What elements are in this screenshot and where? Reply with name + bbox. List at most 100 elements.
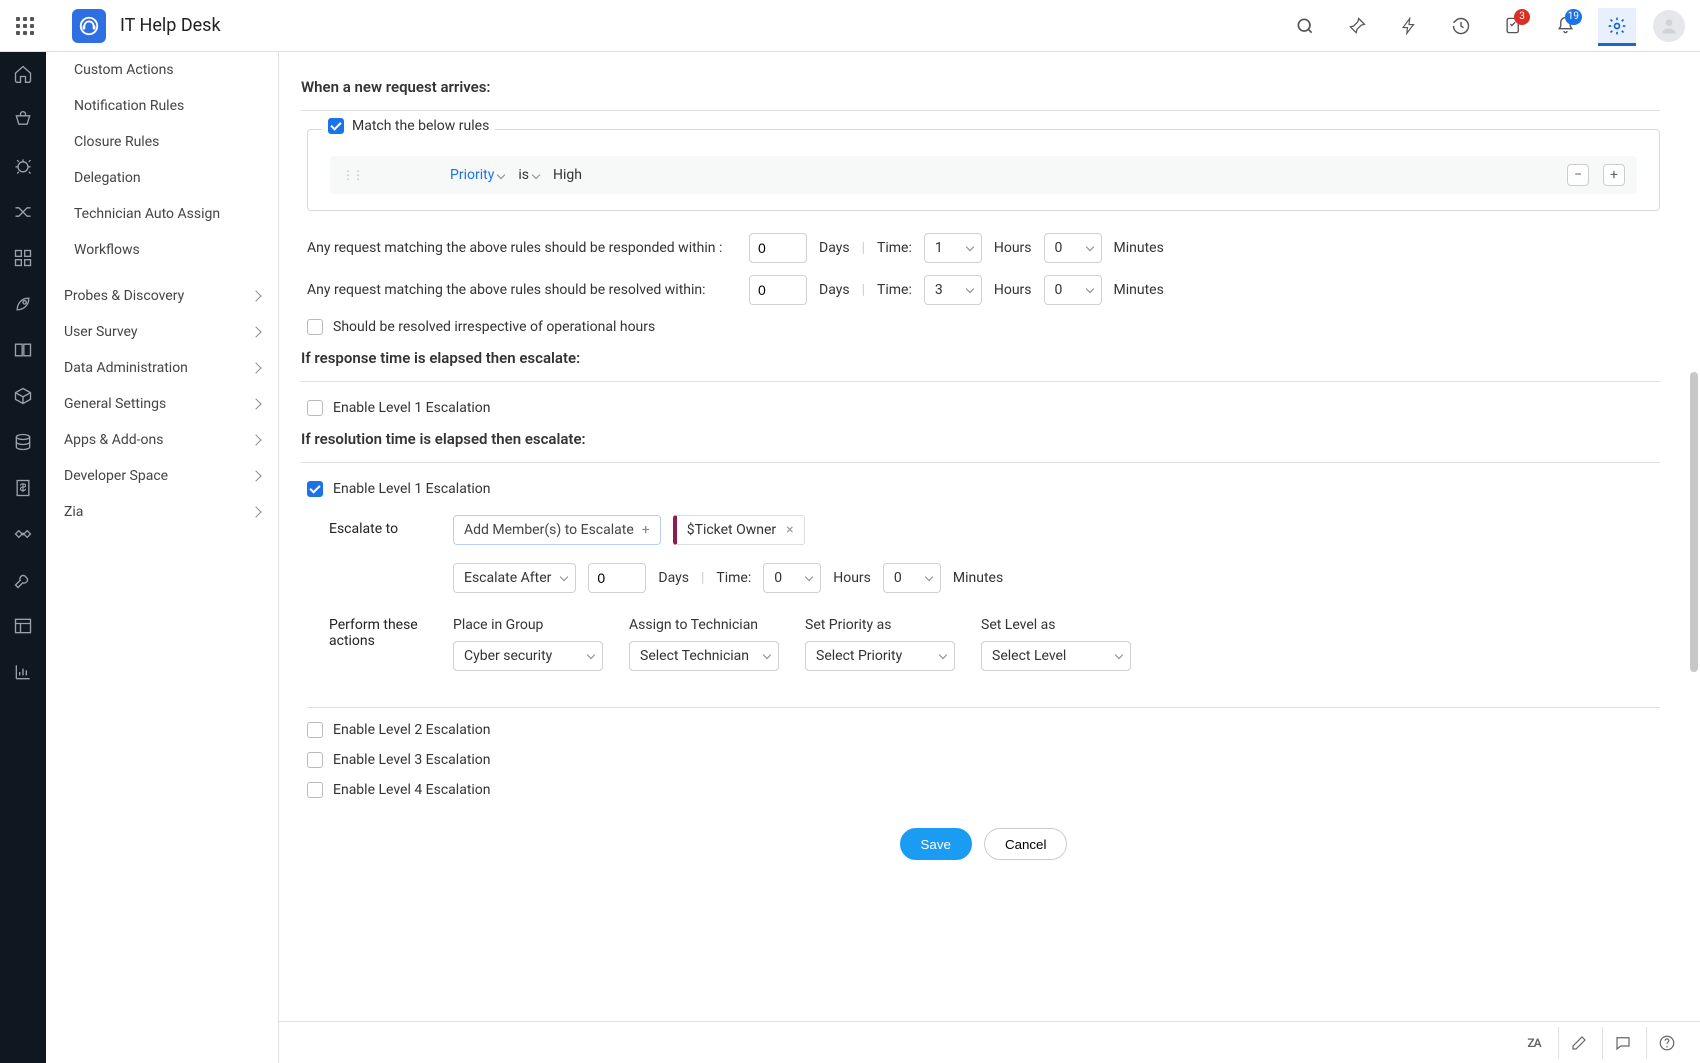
rule-op-select[interactable]: is [518,167,539,183]
resolution-l1-checkbox[interactable] [307,481,323,497]
group-select[interactable]: Cyber security [453,641,603,671]
pin-icon[interactable] [1338,7,1376,45]
drag-handle-icon[interactable]: ⋮⋮ [342,168,362,182]
escalate-days-input[interactable] [588,563,646,593]
rail-chart-icon[interactable] [11,660,35,684]
match-rules-checkbox[interactable] [328,118,344,134]
sidebar-item-delegation[interactable]: Delegation [46,160,278,196]
days-label: Days [819,240,850,256]
help-icon[interactable] [1646,1027,1686,1059]
escalate-to-label: Escalate to [329,515,429,537]
search-icon[interactable] [1286,7,1324,45]
tasks-badge: 3 [1514,9,1530,25]
app-header: IT Help Desk 3 19 [0,0,1700,52]
sidebar-section-user-survey[interactable]: User Survey [46,314,278,350]
col-level-label: Set Level as [981,617,1131,633]
rail-wrench-icon[interactable] [11,568,35,592]
rail-ticket-icon[interactable] [11,108,35,132]
level-select[interactable]: Select Level [981,641,1131,671]
sla-form: When a new request arrives: Match the be… [279,52,1700,1021]
brand-logo [72,9,106,43]
escalate-after-select[interactable]: Escalate After [453,563,576,593]
resolve-minutes-select[interactable]: 0 [1044,275,1102,305]
add-members-input[interactable]: Add Member(s) to Escalate + [453,515,661,545]
rail-bug-icon[interactable] [11,154,35,178]
rail-book-icon[interactable] [11,338,35,362]
escalate-minutes-select[interactable]: 0 [883,563,941,593]
resolution-l2-label: Enable Level 2 Escalation [333,722,491,738]
irrespective-checkbox[interactable] [307,319,323,335]
rail-handshake-icon[interactable] [11,522,35,546]
rule-field-select[interactable]: Priority [450,167,504,183]
if-response-title: If response time is elapsed then escalat… [301,349,1660,367]
apps-launcher-icon[interactable] [12,13,38,39]
sidebar-section-apps-addons[interactable]: Apps & Add-ons [46,422,278,458]
chevron-right-icon [250,434,261,445]
resolution-l3-label: Enable Level 3 Escalation [333,752,491,768]
bell-icon[interactable]: 19 [1546,7,1584,45]
bolt-icon[interactable] [1390,7,1428,45]
resolution-l4-label: Enable Level 4 Escalation [333,782,491,798]
priority-select[interactable]: Select Priority [805,641,955,671]
col-group-label: Place in Group [453,617,603,633]
minutes-label: Minutes [1114,240,1164,256]
history-icon[interactable] [1442,7,1480,45]
settings-sidebar: Custom Actions Notification Rules Closur… [46,52,279,1063]
respond-within-label: Any request matching the above rules sho… [307,240,737,256]
response-l1-label: Enable Level 1 Escalation [333,400,491,416]
plus-icon: + [642,522,650,538]
tasks-icon[interactable]: 3 [1494,7,1532,45]
escalate-token: $Ticket Owner × [673,515,805,545]
respond-minutes-select[interactable]: 0 [1044,233,1102,263]
add-rule-button[interactable]: + [1603,164,1625,186]
respond-days-input[interactable] [749,233,807,263]
scrollbar-thumb[interactable] [1690,372,1698,672]
rail-invoice-icon[interactable] [11,476,35,500]
escalate-hours-select[interactable]: 0 [763,563,821,593]
edit-icon[interactable] [1558,1027,1598,1059]
rail-shuffle-icon[interactable] [11,200,35,224]
zia-button[interactable]: ZA [1514,1027,1554,1059]
remove-rule-button[interactable]: − [1567,164,1589,186]
rule-value[interactable]: High [553,167,582,183]
rail-apps-icon[interactable] [11,246,35,270]
sidebar-section-data-admin[interactable]: Data Administration [46,350,278,386]
rail-home-icon[interactable] [11,62,35,86]
bottom-toolbar: ZA [279,1021,1700,1063]
chat-icon[interactable] [1602,1027,1642,1059]
rail-layout-icon[interactable] [11,614,35,638]
chevron-right-icon [250,470,261,481]
cancel-button[interactable]: Cancel [984,828,1068,860]
resolution-l4-checkbox[interactable] [307,782,323,798]
save-button[interactable]: Save [900,828,972,860]
chevron-right-icon [250,398,261,409]
sidebar-item-custom-actions[interactable]: Custom Actions [46,52,278,88]
technician-select[interactable]: Select Technician [629,641,779,671]
sidebar-section-dev-space[interactable]: Developer Space [46,458,278,494]
token-remove-icon[interactable]: × [786,522,793,538]
resolution-l2-checkbox[interactable] [307,722,323,738]
sidebar-section-general[interactable]: General Settings [46,386,278,422]
match-rules-label: Match the below rules [352,118,489,134]
sidebar-item-closure-rules[interactable]: Closure Rules [46,124,278,160]
irrespective-label: Should be resolved irrespective of opera… [333,319,655,335]
resolve-days-input[interactable] [749,275,807,305]
sidebar-item-tech-auto-assign[interactable]: Technician Auto Assign [46,196,278,232]
rail-package-icon[interactable] [11,384,35,408]
resolution-l3-checkbox[interactable] [307,752,323,768]
token-label: $Ticket Owner [687,522,776,538]
sidebar-item-notification-rules[interactable]: Notification Rules [46,88,278,124]
settings-icon[interactable] [1598,8,1636,46]
avatar[interactable] [1650,7,1688,45]
sidebar-section-probes[interactable]: Probes & Discovery [46,278,278,314]
time-label: Time: [877,240,912,256]
bell-badge: 19 [1565,9,1582,25]
sidebar-section-zia[interactable]: Zia [46,494,278,530]
sidebar-item-workflows[interactable]: Workflows [46,232,278,268]
response-l1-checkbox[interactable] [307,400,323,416]
match-rules-toggle[interactable]: Match the below rules [322,118,495,134]
rail-rocket-icon[interactable] [11,292,35,316]
resolve-hours-select[interactable]: 3 [924,275,982,305]
rail-database-icon[interactable] [11,430,35,454]
respond-hours-select[interactable]: 1 [924,233,982,263]
